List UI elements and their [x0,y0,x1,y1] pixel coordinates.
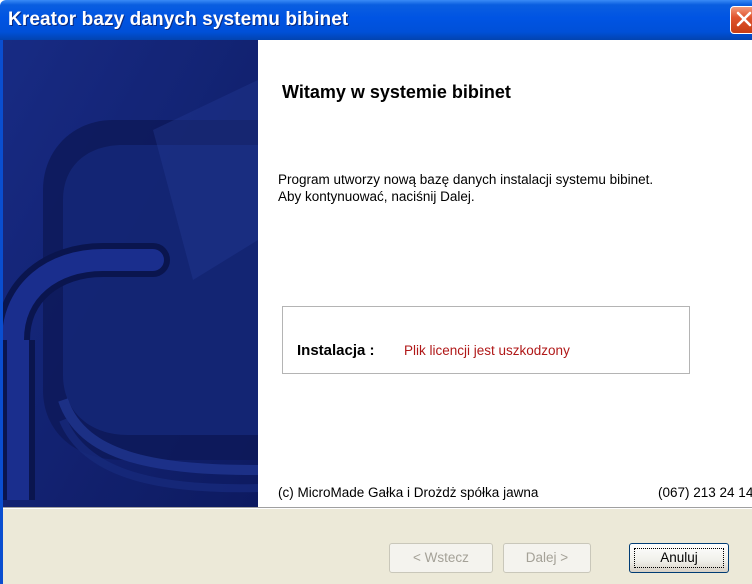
wizard-window: Kreator bazy danych systemu bibinet Wita… [0,0,752,584]
close-icon [736,11,752,27]
button-bar: < Wstecz Dalej > Anuluj [3,509,752,584]
banner-artwork [3,40,258,507]
next-button[interactable]: Dalej > [503,543,591,573]
back-button[interactable]: < Wstecz [389,543,493,573]
wizard-content: Witamy w systemie bibinet Program utworz… [258,40,752,507]
installation-label: Instalacja : [297,342,375,359]
intro-text: Program utworzy nową bazę danych instala… [278,171,748,205]
window-title: Kreator bazy danych systemu bibinet [8,9,349,30]
cancel-button[interactable]: Anuluj [629,543,729,573]
intro-line-1: Program utworzy nową bazę danych instala… [278,172,654,187]
phone-number: (067) 213 24 14 [658,485,752,500]
wizard-banner-image [3,40,258,507]
close-button[interactable] [730,6,752,34]
cancel-button-label: Anuluj [660,550,698,565]
page-title: Witamy w systemie bibinet [282,82,511,102]
title-bar[interactable]: Kreator bazy danych systemu bibinet [0,0,752,40]
copyright-text: (c) MicroMade Gałka i Drożdż spółka jawn… [278,485,539,500]
intro-line-2: Aby kontynuować, naciśnij Dalej. [278,189,475,204]
installation-status-box: Instalacja : Plik licencji jest uszkodzo… [282,306,690,374]
installation-status: Plik licencji jest uszkodzony [404,343,570,358]
